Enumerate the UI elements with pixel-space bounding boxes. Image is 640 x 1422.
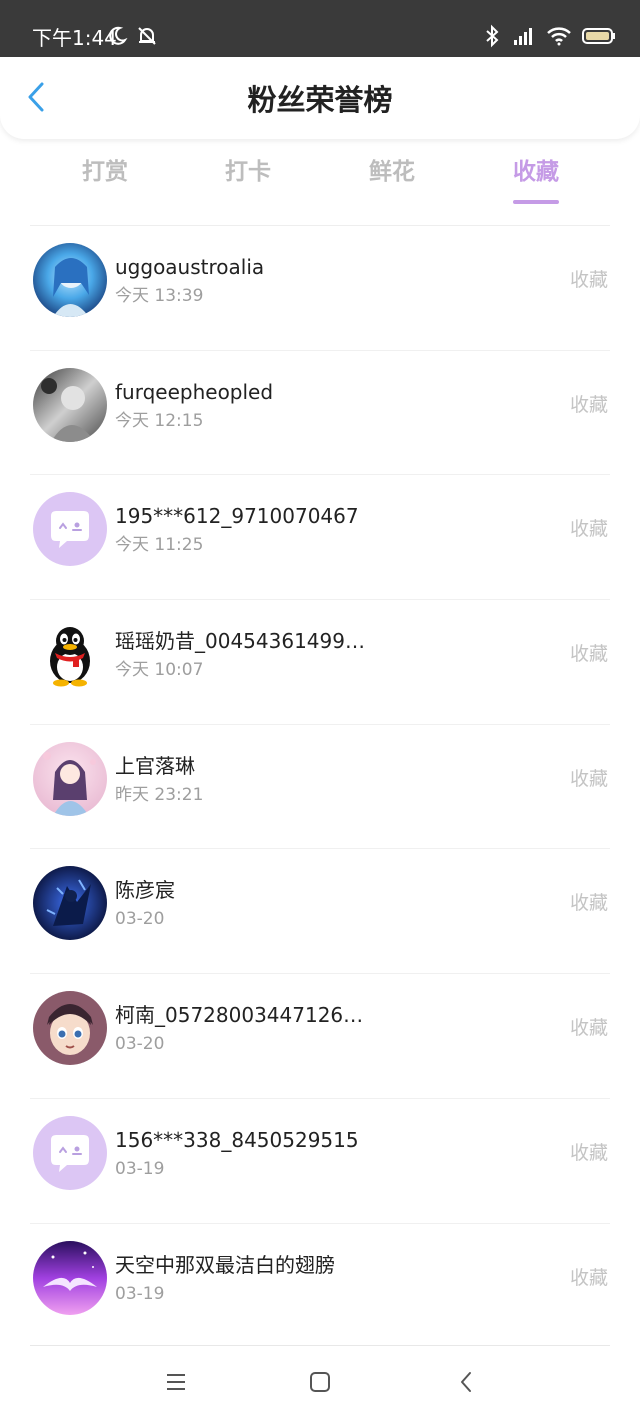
- back-chevron-icon: [458, 1370, 474, 1398]
- fan-time: 今天 11:25: [115, 535, 204, 556]
- list-item[interactable]: 上官落琳 昨天 23:21 收藏: [30, 723, 610, 849]
- fan-time: 昨天 23:21: [115, 784, 204, 805]
- list-item[interactable]: 156***338_8450529515 03-19 收藏: [30, 1097, 610, 1223]
- tab-favorites[interactable]: 收藏: [481, 152, 591, 224]
- list-item[interactable]: uggoaustroalia 今天 13:39 收藏: [30, 225, 610, 350]
- tab-label: 收藏: [513, 159, 559, 185]
- tab-label: 打赏: [82, 159, 128, 185]
- status-time: 下午1:44: [32, 26, 117, 50]
- page-title: 粉丝荣誉榜: [247, 83, 393, 117]
- bell-muted-icon: [136, 25, 158, 51]
- fan-name: uggoaustroalia: [115, 255, 265, 279]
- status-right-icons: [484, 24, 616, 52]
- list-item[interactable]: 瑶瑶奶昔_004543614996… 今天 10:07 收藏: [30, 599, 610, 724]
- fan-name: 柯南_05728003447126643: [115, 1003, 375, 1028]
- fan-name: 瑶瑶奶昔_004543614996…: [115, 629, 375, 654]
- header: 粉丝荣誉榜: [0, 57, 640, 139]
- fan-list: uggoaustroalia 今天 13:39 收藏 furqeepheople…: [30, 225, 610, 1347]
- status-left-icons: [106, 25, 158, 51]
- favorite-action: 收藏: [569, 1141, 608, 1164]
- menu-icon: [165, 1372, 187, 1396]
- home-button[interactable]: [304, 1370, 336, 1398]
- fan-time: 03-20: [115, 909, 165, 930]
- avatar[interactable]: [33, 617, 107, 692]
- list-item[interactable]: 天空中那双最洁白的翅膀 03-19 收藏: [30, 1222, 610, 1348]
- fan-name: 陈彦宸: [115, 878, 175, 903]
- list-item[interactable]: 陈彦宸 03-20 收藏: [30, 848, 610, 973]
- favorite-action: 收藏: [569, 1266, 608, 1289]
- favorite-action: 收藏: [569, 393, 608, 416]
- list-item[interactable]: furqeepheopled 今天 12:15 收藏: [30, 349, 610, 475]
- fan-name: 上官落琳: [115, 753, 195, 778]
- favorite-action: 收藏: [569, 1017, 608, 1040]
- nav-back-button[interactable]: [450, 1370, 482, 1398]
- avatar[interactable]: [33, 741, 107, 816]
- fan-time: 今天 10:07: [115, 660, 204, 681]
- fan-name: 天空中那双最洁白的翅膀: [115, 1252, 335, 1277]
- favorite-action: 收藏: [569, 767, 608, 790]
- list-item[interactable]: 柯南_05728003447126643 03-20 收藏: [30, 973, 610, 1098]
- moon-icon: [106, 25, 128, 51]
- fan-time: 03-19: [115, 1158, 165, 1179]
- tab-bar: 打赏 打卡 鲜花 收藏: [30, 152, 610, 224]
- system-nav-bar: [0, 1346, 640, 1422]
- favorite-action: 收藏: [569, 892, 608, 915]
- avatar[interactable]: [33, 991, 107, 1066]
- list-item[interactable]: 195***612_9710070467 今天 11:25 收藏: [30, 474, 610, 599]
- tab-underline: [225, 200, 271, 204]
- avatar[interactable]: [33, 1115, 107, 1190]
- menu-button[interactable]: [160, 1370, 192, 1398]
- fan-name: furqeepheopled: [115, 379, 274, 404]
- tab-flowers[interactable]: 鲜花: [337, 152, 447, 224]
- fan-time: 今天 12:15: [115, 410, 204, 431]
- avatar[interactable]: [33, 1240, 107, 1315]
- fan-time: 03-19: [115, 1283, 165, 1304]
- avatar[interactable]: [33, 492, 107, 567]
- avatar[interactable]: [33, 243, 107, 317]
- fan-time: 03-20: [115, 1034, 165, 1055]
- tab-checkin[interactable]: 打卡: [193, 152, 303, 224]
- tab-label: 鲜花: [369, 159, 415, 185]
- tab-underline: [369, 200, 415, 204]
- avatar[interactable]: [33, 367, 107, 442]
- wifi-icon: [546, 25, 572, 51]
- tab-reward[interactable]: 打赏: [50, 152, 160, 224]
- fan-time: 今天 13:39: [115, 286, 204, 306]
- tab-label: 打卡: [225, 159, 271, 185]
- signal-icon: [510, 25, 536, 51]
- fan-name: 156***338_8450529515: [115, 1127, 359, 1152]
- fan-name: 195***612_9710070467: [115, 504, 359, 529]
- favorite-action: 收藏: [569, 643, 608, 666]
- tab-active-underline: [513, 200, 559, 204]
- bluetooth-icon: [484, 24, 500, 52]
- favorite-action: 收藏: [569, 518, 608, 541]
- avatar[interactable]: [33, 866, 107, 941]
- battery-icon: [582, 27, 616, 49]
- home-square-icon: [309, 1371, 331, 1397]
- status-bar: 下午1:44: [0, 0, 640, 57]
- tab-underline: [82, 200, 128, 204]
- favorite-action: 收藏: [569, 269, 608, 291]
